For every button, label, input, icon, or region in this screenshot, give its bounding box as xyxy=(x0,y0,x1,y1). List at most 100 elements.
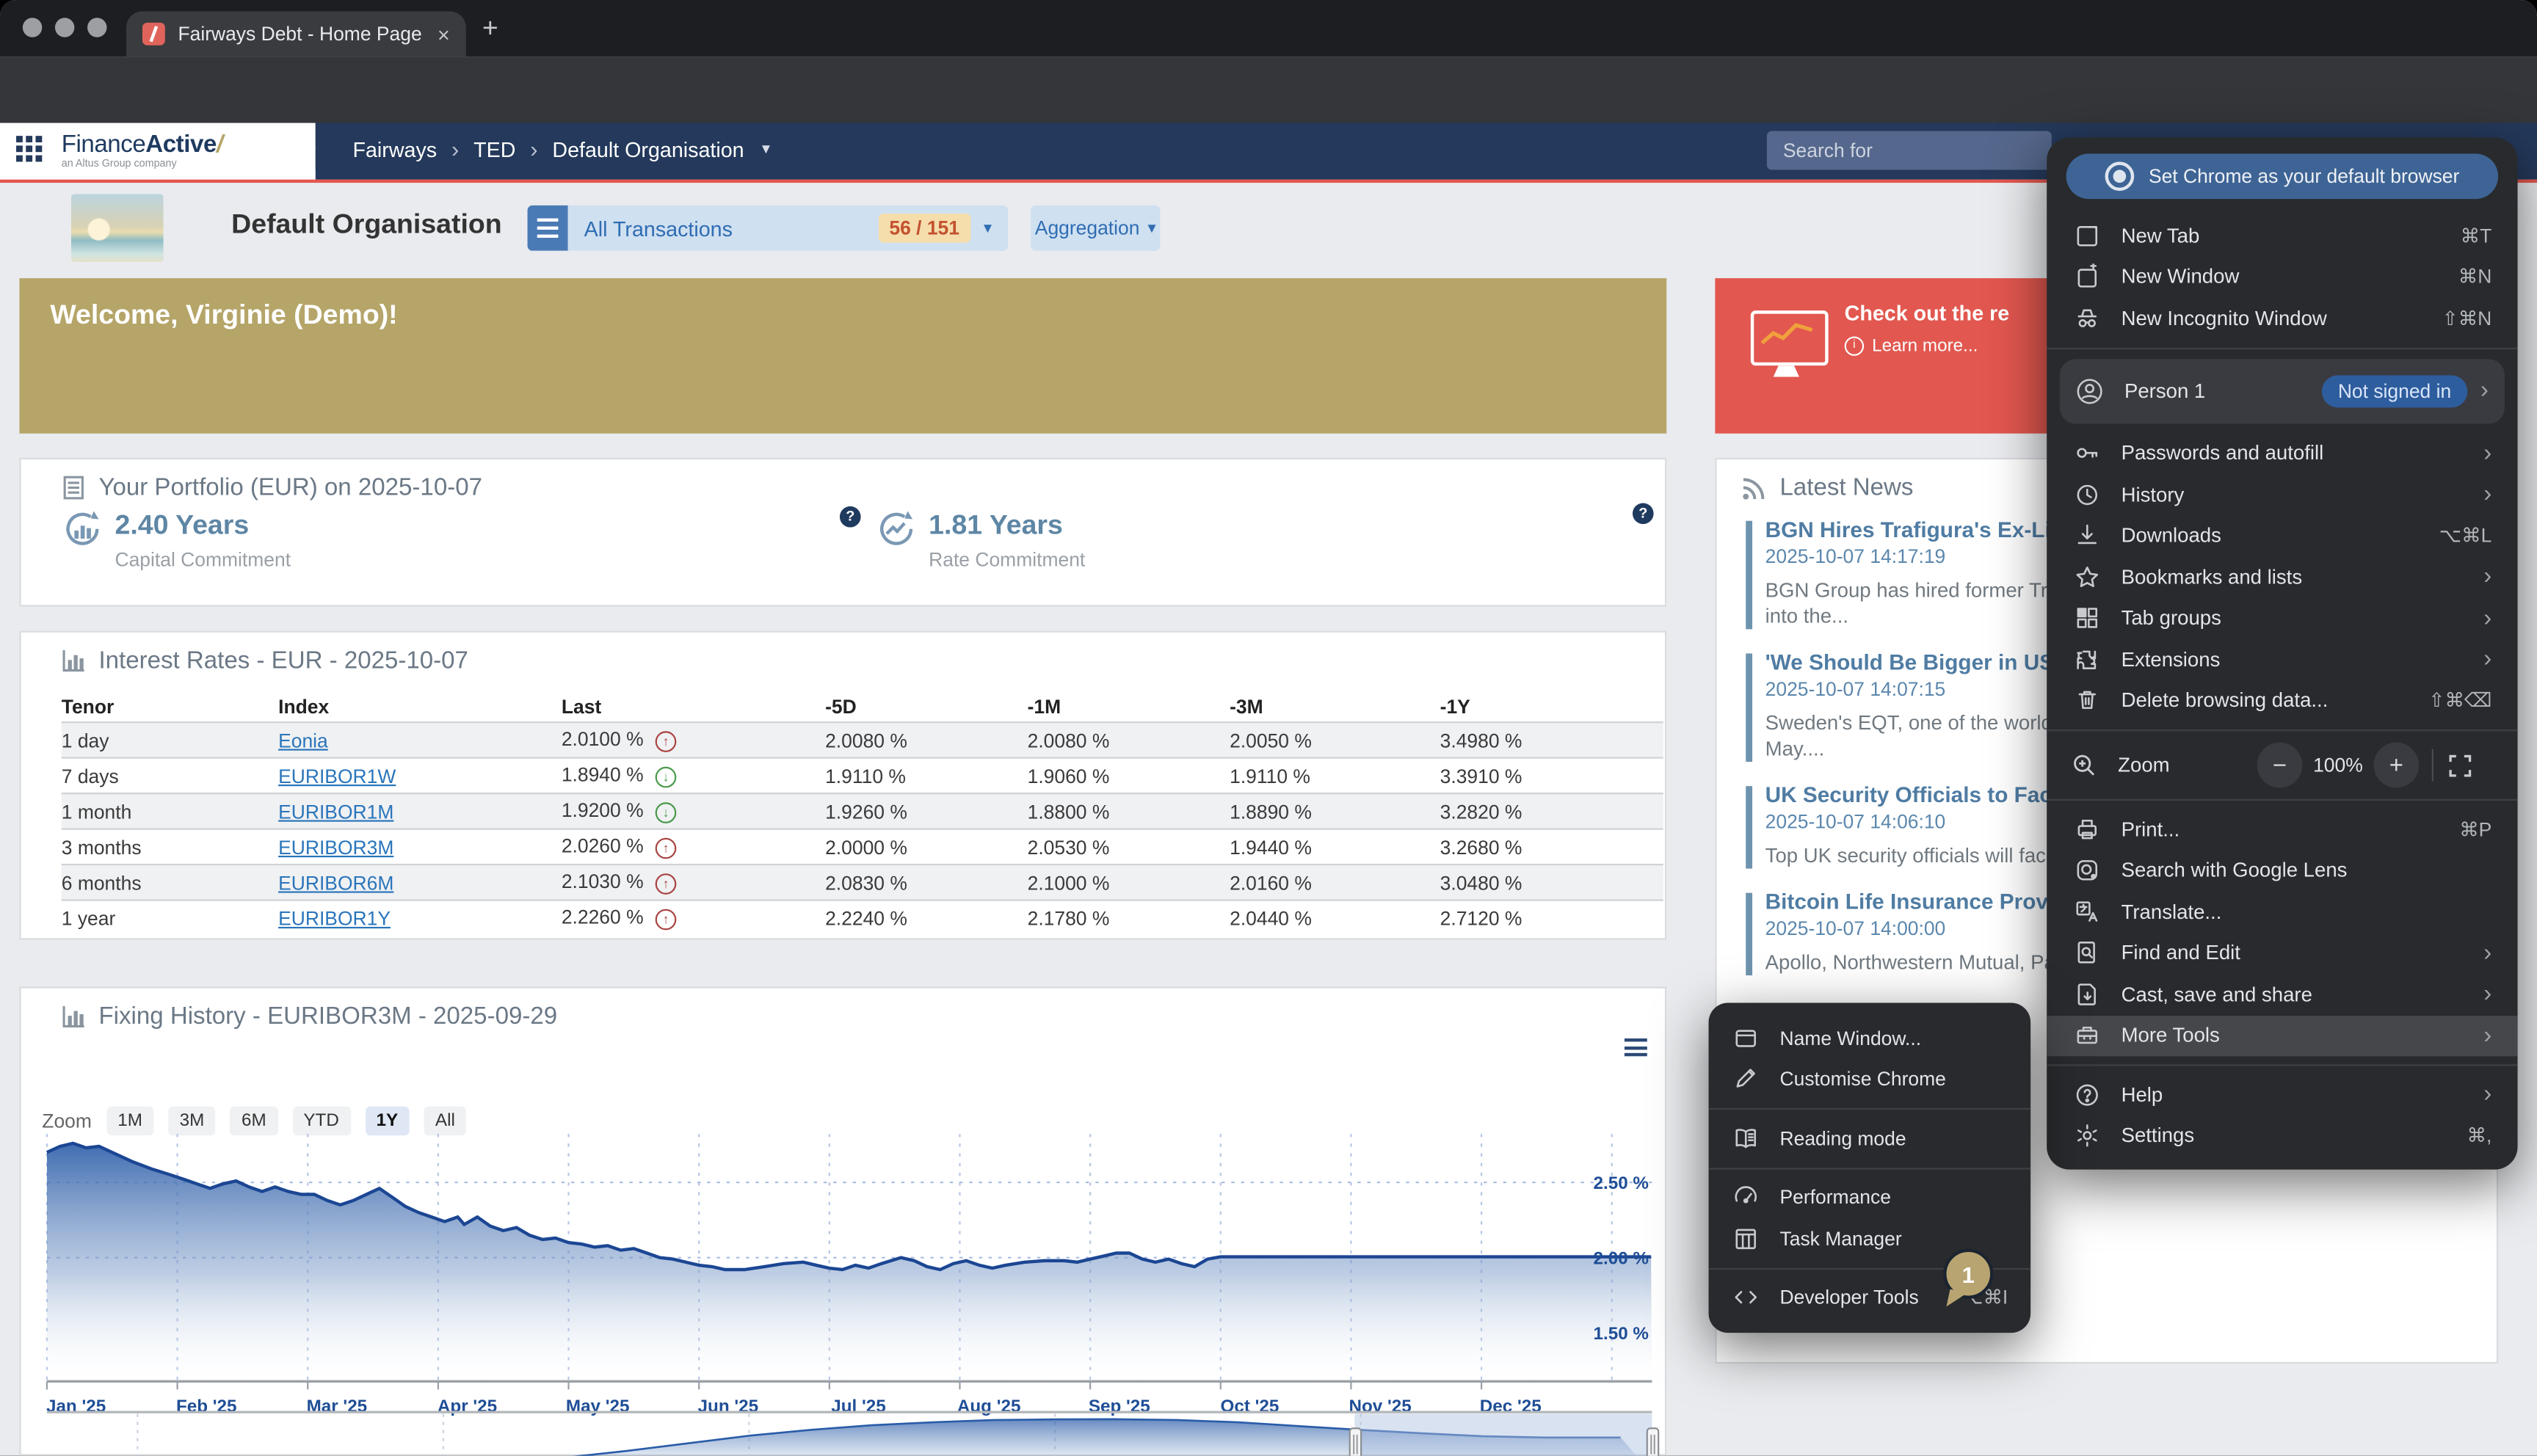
chevron-right-icon: › xyxy=(2480,377,2489,404)
zoom-divider xyxy=(2432,749,2433,781)
promo-learn-more-link[interactable]: i Learn more... xyxy=(1845,336,1978,355)
profile-name: Person 1 xyxy=(2124,379,2205,402)
tenor-cell: 1 year xyxy=(62,906,278,929)
tenor-cell: 1 day xyxy=(62,729,278,751)
menu-item-print[interactable]: Print... ⌘P xyxy=(2047,809,2517,850)
chevron-right-icon: › xyxy=(2483,1081,2491,1108)
star-icon xyxy=(2072,564,2099,591)
fullscreen-icon[interactable] xyxy=(2447,751,2474,779)
table-row: 7 days EURIBOR1W 1.8940 % ↓ 1.9110 % 1.9… xyxy=(62,757,1663,793)
svg-text:Sep '25: Sep '25 xyxy=(1089,1397,1150,1416)
index-link[interactable]: EURIBOR1Y xyxy=(278,906,391,929)
menu-item-new-window[interactable]: New Window ⌘N xyxy=(2047,256,2517,297)
breadcrumb-fairways[interactable]: Fairways xyxy=(352,136,437,161)
set-default-browser-button[interactable]: Set Chrome as your default browser xyxy=(2066,153,2498,199)
zoom-icon xyxy=(2069,751,2097,779)
breadcrumb-organisation[interactable]: Default Organisation xyxy=(552,136,744,161)
aggregation-dropdown[interactable]: Aggregation ▾ xyxy=(1031,205,1160,251)
table-header: TenorIndexLast-5D-1M-3M-1Y xyxy=(62,691,1663,721)
financeactive-logo[interactable]: FinanceActive/ xyxy=(62,131,223,159)
page-title: Default Organisation xyxy=(231,208,501,241)
capital-commitment-icon xyxy=(62,508,104,550)
zoom-row-label: Zoom xyxy=(2118,754,2169,776)
menu-item-performance[interactable]: Performance xyxy=(1709,1176,2031,1217)
menu-item-new-tab[interactable]: New Tab ⌘T xyxy=(2047,215,2517,256)
transactions-menu-button[interactable] xyxy=(528,205,568,251)
tab-close-icon[interactable]: × xyxy=(438,22,450,46)
m1-cell: 2.0080 % xyxy=(1028,729,1230,751)
zoom-in-button[interactable]: + xyxy=(2373,743,2419,788)
menu-item-name-window[interactable]: Name Window... xyxy=(1709,1017,2031,1058)
zoom-value: 100% xyxy=(2302,754,2373,776)
last-cell: 2.1030 % ↑ xyxy=(562,870,825,895)
breadcrumb-separator: › xyxy=(451,136,459,161)
menu-item-search-with-google-lens[interactable]: Search with Google Lens xyxy=(2047,850,2517,891)
new-window-icon xyxy=(2072,263,2099,291)
index-link[interactable]: EURIBOR3M xyxy=(278,835,393,858)
minimize-window-button[interactable] xyxy=(55,18,74,37)
pencil-icon xyxy=(1731,1066,1758,1093)
menu-item-translate[interactable]: Translate... xyxy=(2047,891,2517,932)
help-icon[interactable]: ? xyxy=(1633,503,1654,524)
window-icon xyxy=(1731,1024,1758,1052)
close-window-button[interactable] xyxy=(23,18,42,37)
chevron-down-icon: ▾ xyxy=(1147,219,1155,237)
speedometer-icon xyxy=(1731,1184,1758,1211)
profile-row[interactable]: Person 1 Not signed in › xyxy=(2060,358,2505,423)
help-icon[interactable]: ? xyxy=(840,506,861,528)
settings-icon xyxy=(2072,1122,2099,1149)
shortcut-label: ⇧⌘N xyxy=(2442,307,2492,330)
breadcrumb-ted[interactable]: TED xyxy=(473,136,515,161)
search-input[interactable] xyxy=(1767,131,2052,170)
transactions-count-badge: 56 / 151 xyxy=(878,214,970,243)
menu-item-downloads[interactable]: Downloads ⌥⌘L xyxy=(2047,515,2517,556)
m3-cell: 1.8890 % xyxy=(1230,800,1440,823)
welcome-text: Welcome, Virginie (Demo)! xyxy=(50,299,397,332)
chevron-right-icon: › xyxy=(2483,646,2491,673)
bar-chart-icon xyxy=(62,649,86,673)
index-link[interactable]: Eonia xyxy=(278,729,328,751)
menu-item-bookmarks-and-lists[interactable]: Bookmarks and lists › xyxy=(2047,556,2517,597)
zoom-out-button[interactable]: − xyxy=(2257,743,2303,788)
svg-text:Jan '25: Jan '25 xyxy=(46,1397,106,1416)
menu-item-passwords-and-autofill[interactable]: Passwords and autofill › xyxy=(2047,433,2517,474)
key-icon xyxy=(2072,440,2099,467)
menu-item-extensions[interactable]: Extensions › xyxy=(2047,639,2517,680)
menu-item-reading-mode[interactable]: Reading mode xyxy=(1709,1118,2031,1159)
fixing-history-chart[interactable]: Jan '25Feb '25Mar '25Apr '25May '25Jun '… xyxy=(21,989,1669,1456)
interest-rates-card: Interest Rates - EUR - 2025-10-07 TenorI… xyxy=(19,631,1666,940)
download-icon xyxy=(2072,522,2099,549)
m1-cell: 2.1000 % xyxy=(1028,871,1230,894)
menu-item-delete-browsing-data[interactable]: Delete browsing data... ⇧⌘⌫ xyxy=(2047,680,2517,721)
transactions-filter-dropdown[interactable]: All Transactions 56 / 151 ▾ xyxy=(568,205,1009,251)
app-grid-icon[interactable] xyxy=(16,136,46,165)
menu-item-more-tools[interactable]: More Tools › xyxy=(2047,1015,2517,1056)
index-link[interactable]: EURIBOR1W xyxy=(278,764,396,787)
menu-item-customise-chrome[interactable]: Customise Chrome xyxy=(1709,1059,2031,1100)
chevron-right-icon: › xyxy=(2483,980,2491,1008)
browser-tab[interactable]: Fairways Debt - Home Page × xyxy=(126,11,466,57)
table-row: 1 day Eonia 2.0100 % ↑ 2.0080 % 2.0080 %… xyxy=(62,721,1663,757)
organisation-thumbnail[interactable] xyxy=(71,194,164,262)
menu-item-help[interactable]: Help › xyxy=(2047,1074,2517,1115)
chevron-down-icon[interactable]: ▾ xyxy=(762,140,770,158)
menu-item-tab-groups[interactable]: Tab groups › xyxy=(2047,597,2517,638)
svg-text:Aug '25: Aug '25 xyxy=(957,1397,1021,1416)
menu-item-history[interactable]: History › xyxy=(2047,474,2517,515)
column-tenor: Tenor xyxy=(62,695,278,718)
menu-item-settings[interactable]: Settings ⌘, xyxy=(2047,1115,2517,1157)
column-last: Last xyxy=(562,695,825,718)
index-link[interactable]: EURIBOR1M xyxy=(278,800,393,823)
m3-cell: 2.0440 % xyxy=(1230,906,1440,929)
maximize-window-button[interactable] xyxy=(87,18,106,37)
menu-item-cast-save-and-share[interactable]: Cast, save and share › xyxy=(2047,974,2517,1015)
menu-item-new-incognito-window[interactable]: New Incognito Window ⇧⌘N xyxy=(2047,298,2517,339)
down-arrow-icon: ↓ xyxy=(656,767,677,788)
rate-commitment-icon xyxy=(875,508,917,550)
new-tab-button[interactable]: + xyxy=(482,13,498,46)
menu-item-find-and-edit[interactable]: Find and Edit › xyxy=(2047,933,2517,974)
index-link[interactable]: EURIBOR6M xyxy=(278,871,393,894)
svg-text:Feb '25: Feb '25 xyxy=(176,1397,237,1416)
d5-cell: 2.0080 % xyxy=(825,729,1028,751)
chevron-right-icon: › xyxy=(2483,1022,2491,1049)
